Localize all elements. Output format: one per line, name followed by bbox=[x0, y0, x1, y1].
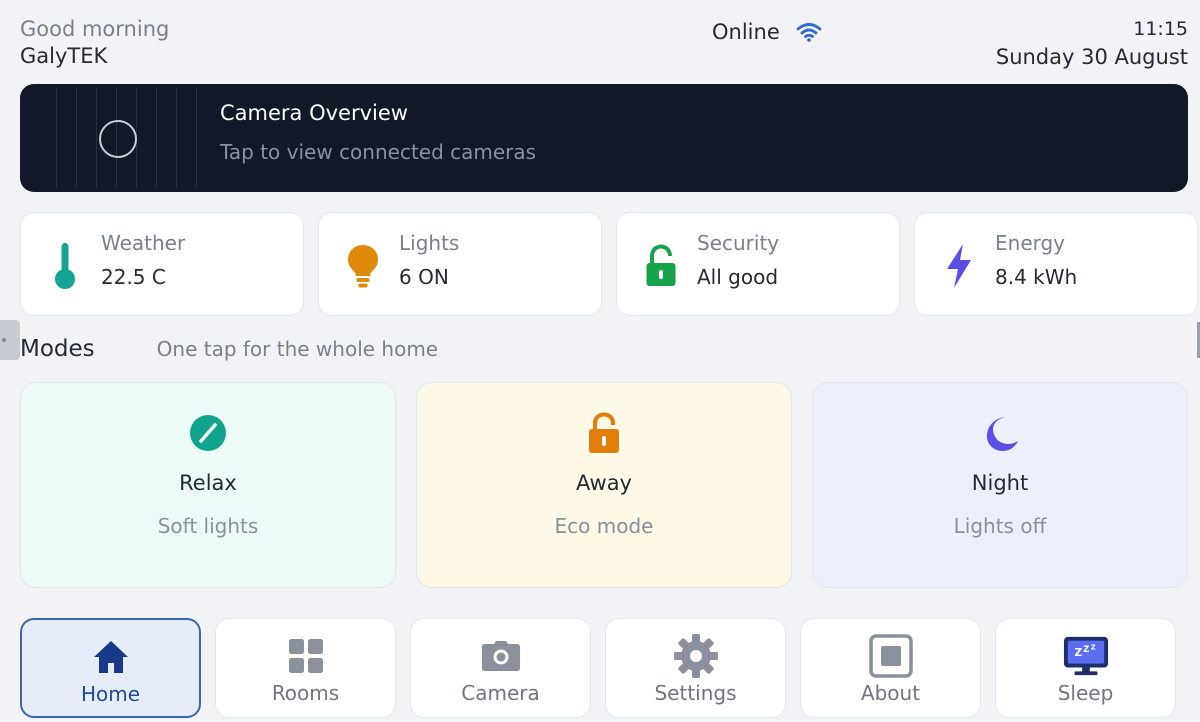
stat-value: 6 ON bbox=[399, 265, 449, 289]
mode-description: Lights off bbox=[953, 514, 1047, 538]
nav-settings-button[interactable]: Settings bbox=[605, 618, 786, 718]
user-name: GalyTEK bbox=[20, 44, 108, 68]
nav-label: About bbox=[860, 681, 921, 705]
moon-icon bbox=[980, 413, 1020, 453]
mode-card-away[interactable]: Away Eco mode bbox=[416, 382, 792, 588]
mode-name: Away bbox=[576, 471, 632, 495]
lock-icon bbox=[643, 241, 679, 291]
stat-label: Energy bbox=[995, 231, 1066, 255]
mode-card-night[interactable]: Night Lights off bbox=[812, 382, 1188, 588]
nav-label: Settings bbox=[654, 681, 737, 705]
grid-icon bbox=[283, 635, 329, 677]
nav-label: Rooms bbox=[271, 681, 340, 705]
modes-heading: Modes bbox=[20, 336, 95, 362]
stat-label: Weather bbox=[101, 231, 186, 255]
stat-card-security[interactable]: Security All good bbox=[616, 212, 900, 316]
camera-overview-title: Camera Overview bbox=[220, 101, 408, 125]
svg-text:Z: Z bbox=[1083, 645, 1089, 655]
svg-text:Z: Z bbox=[1074, 647, 1082, 659]
stat-card-lights[interactable]: Lights 6 ON bbox=[318, 212, 602, 316]
nav-label: Home bbox=[80, 682, 141, 706]
mode-name: Relax bbox=[179, 471, 237, 495]
nav-home-button[interactable]: Home bbox=[20, 618, 201, 718]
camera-overview-banner[interactable]: Camera Overview Tap to view connected ca… bbox=[20, 84, 1188, 192]
stat-card-energy[interactable]: Energy 8.4 kWh bbox=[914, 212, 1198, 316]
nav-rooms-button[interactable]: Rooms bbox=[215, 618, 396, 718]
stat-label: Security bbox=[697, 231, 780, 255]
greeting-text: Good morning bbox=[20, 17, 170, 41]
camera-loading-ring-icon bbox=[99, 120, 137, 158]
sleep-monitor-icon: Z Z Z bbox=[1063, 635, 1109, 677]
nav-label: Camera bbox=[461, 681, 540, 705]
side-drawer-handle[interactable] bbox=[0, 320, 20, 360]
camera-icon bbox=[478, 635, 524, 677]
mode-description: Soft lights bbox=[157, 514, 259, 538]
camera-overview-hint: Tap to view connected cameras bbox=[220, 140, 537, 164]
clock: 11:15 Sunday 30 August bbox=[996, 16, 1188, 72]
lightning-icon bbox=[941, 241, 977, 291]
status-cards: Weather 22.5 C Lights 6 ON Security All … bbox=[20, 212, 1198, 316]
nav-sleep-button[interactable]: Z Z Z Sleep bbox=[995, 618, 1176, 718]
stat-label: Lights bbox=[399, 231, 460, 255]
nav-about-button[interactable]: About bbox=[800, 618, 981, 718]
mode-description: Eco mode bbox=[554, 514, 654, 538]
thermometer-icon bbox=[47, 241, 83, 291]
wifi-icon bbox=[796, 23, 822, 42]
relax-icon bbox=[188, 413, 228, 453]
modes-list: Relax Soft lights Away Eco mode Night Li bbox=[20, 382, 1188, 588]
unlock-icon bbox=[584, 412, 624, 453]
svg-text:Z: Z bbox=[1090, 643, 1095, 651]
clock-date: Sunday 30 August bbox=[995, 45, 1188, 69]
stat-value: 8.4 kWh bbox=[995, 265, 1078, 289]
lightbulb-icon bbox=[345, 241, 381, 291]
smart-home-dashboard: Good morning GalyTEK Online 11:15 Sunday… bbox=[0, 0, 1200, 722]
connection-status-text: Online bbox=[712, 20, 780, 44]
modes-subheading: One tap for the whole home bbox=[156, 337, 439, 361]
stat-value: 22.5 C bbox=[101, 265, 166, 289]
clock-time: 11:15 bbox=[1133, 18, 1188, 40]
bottom-navigation: Home Rooms Camera Settings About Z Z Z S… bbox=[20, 618, 1180, 718]
greeting-block: Good morning GalyTEK bbox=[20, 16, 169, 70]
stat-value: All good bbox=[697, 265, 779, 289]
nav-camera-button[interactable]: Camera bbox=[410, 618, 591, 718]
gear-icon bbox=[673, 634, 719, 678]
connection-status: Online bbox=[712, 20, 822, 44]
modes-header: Modes One tap for the whole home bbox=[20, 336, 438, 362]
mode-card-relax[interactable]: Relax Soft lights bbox=[20, 382, 396, 588]
stat-card-weather[interactable]: Weather 22.5 C bbox=[20, 212, 304, 316]
home-icon bbox=[88, 636, 134, 678]
nav-label: Sleep bbox=[1057, 681, 1114, 705]
mode-name: Night bbox=[971, 471, 1029, 495]
about-icon bbox=[868, 634, 914, 678]
